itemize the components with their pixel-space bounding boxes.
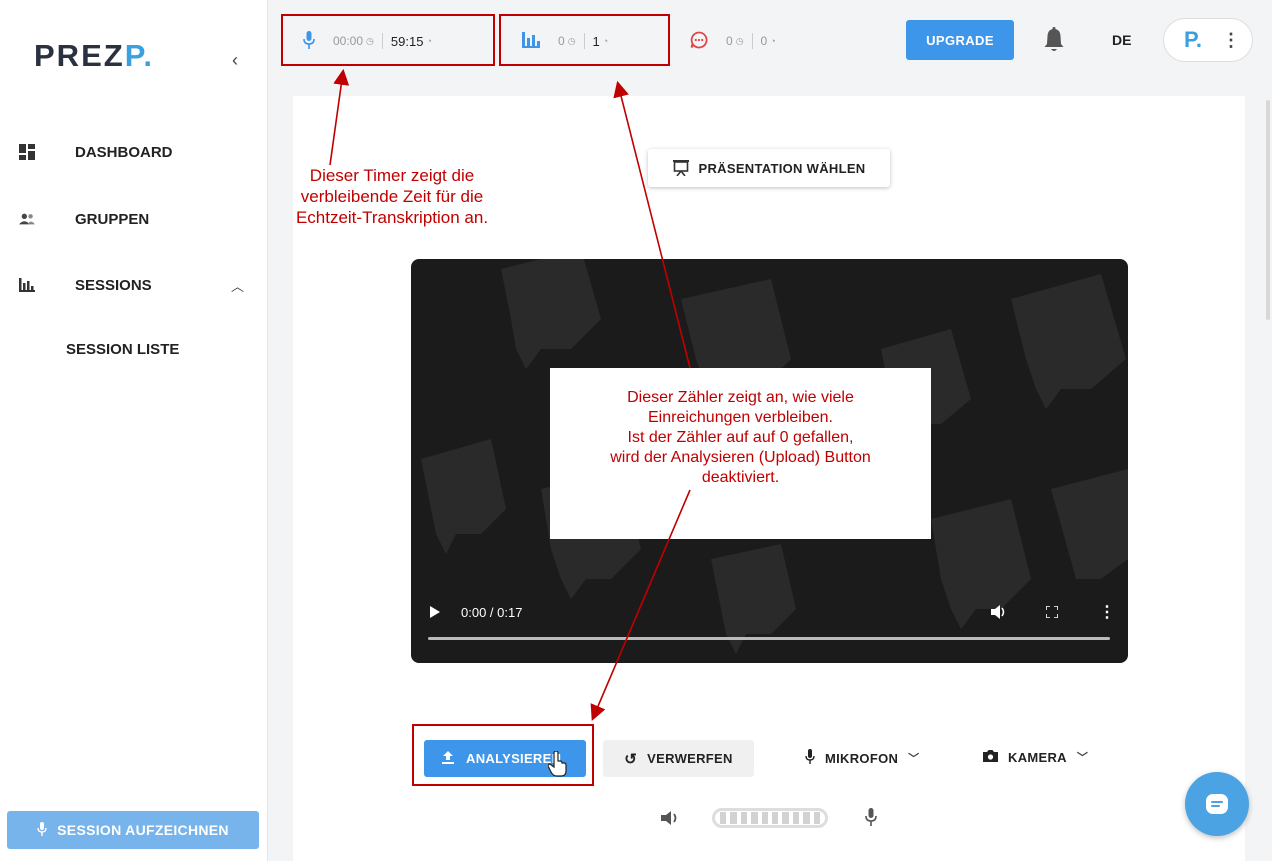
record-session-label: SESSION AUFZEICHNEN: [57, 822, 229, 838]
sidebar-item-sessions[interactable]: SESSIONS ︿: [0, 265, 268, 305]
microphone-dropdown[interactable]: MIKROFON ﹀: [805, 749, 919, 767]
language-selector[interactable]: DE: [1112, 32, 1131, 48]
profile-menu[interactable]: P. ⋮: [1163, 18, 1253, 62]
upgrade-button[interactable]: UPGRADE: [906, 20, 1014, 60]
dashboard-icon: [19, 144, 35, 160]
choose-presentation-button[interactable]: PRÄSENTATION WÄHLEN: [648, 149, 890, 187]
app-logo[interactable]: PREZP.: [34, 38, 154, 74]
camera-dropdown[interactable]: KAMERA ﹀: [983, 749, 1088, 765]
counter-annotation-line: deaktiviert.: [701, 469, 780, 486]
chevron-up-icon: ︿: [231, 278, 245, 294]
microphone-icon: [37, 821, 47, 839]
more-vertical-icon[interactable]: ⋮: [1099, 602, 1115, 622]
chat-button[interactable]: [1185, 772, 1249, 836]
bar-chart-icon: [19, 277, 35, 293]
volume-icon[interactable]: [991, 602, 1007, 622]
choose-presentation-label: PRÄSENTATION WÄHLEN: [698, 160, 866, 176]
microphone-label: MIKROFON: [825, 750, 899, 766]
microphone-icon: [805, 749, 815, 767]
sidebar-item-session-list[interactable]: SESSION LISTE: [66, 341, 179, 358]
chevron-down-icon: ﹀: [1076, 752, 1089, 764]
video-progress-bar[interactable]: [428, 637, 1110, 640]
audio-level-meter: [712, 808, 828, 828]
groups-icon: [19, 211, 35, 227]
presentation-icon: [672, 160, 689, 176]
counter-annotation: Dieser Zähler zeigt an, wie viele Einrei…: [550, 368, 931, 539]
microphone-icon[interactable]: [865, 808, 877, 831]
counter-annotation-line: Dieser Zähler zeigt an, wie viele: [627, 389, 854, 406]
play-icon: [430, 606, 440, 618]
sidebar-item-dashboard[interactable]: DASHBOARD: [0, 132, 268, 172]
more-vertical-icon: ⋮: [1222, 29, 1240, 50]
counter-annotation-line: Ist der Zähler auf auf 0 gefallen,: [627, 429, 854, 446]
chat-icon: [1206, 794, 1228, 814]
sidebar-item-label: DASHBOARD: [75, 143, 173, 161]
speaker-icon[interactable]: [661, 810, 681, 831]
comments-used: 0: [726, 34, 733, 48]
reset-icon: ↺: [624, 750, 638, 768]
collapse-sidebar-icon[interactable]: ‹: [232, 50, 238, 71]
sidebar-item-groups[interactable]: GRUPPEN: [0, 199, 268, 239]
camera-icon: [983, 749, 998, 765]
highlight-frame-submissions: [499, 14, 670, 66]
highlight-frame-timer: [281, 14, 495, 66]
comment-counter: 0 ◷ 0 ◔: [690, 28, 776, 54]
bell-icon[interactable]: [1043, 27, 1065, 58]
highlight-frame-analyze: [412, 724, 594, 786]
divider: [751, 33, 753, 49]
record-session-button[interactable]: SESSION AUFZEICHNEN: [7, 811, 259, 849]
video-time: 0:00 / 0:17: [461, 604, 523, 620]
logo-accent: P.: [124, 38, 154, 73]
play-button[interactable]: [430, 602, 440, 622]
fullscreen-icon[interactable]: [1046, 602, 1058, 622]
sidebar-item-label: SESSIONS: [75, 276, 152, 294]
discard-button[interactable]: ↺ VERWERFEN: [603, 740, 754, 777]
avatar: P.: [1184, 27, 1202, 52]
comments-remaining: 0: [760, 34, 768, 48]
counter-annotation-line: Einreichungen verbleiben.: [647, 409, 833, 426]
sidebar: PREZP. ‹ DASHBOARD GRUPPEN SESSIONS ︿ SE…: [0, 0, 268, 861]
timer-icon: ◔: [770, 36, 776, 46]
comment-icon: [690, 31, 708, 52]
logo-text: PREZ: [34, 38, 125, 73]
timer-annotation: Dieser Timer zeigt die verbleibende Zeit…: [295, 166, 489, 227]
scrollbar[interactable]: [1266, 100, 1270, 320]
counter-annotation-line: wird der Analysieren (Upload) Button: [610, 449, 871, 466]
sidebar-item-label: GRUPPEN: [75, 210, 150, 228]
chevron-down-icon: ﹀: [908, 753, 920, 765]
history-icon: ◷: [735, 35, 744, 46]
camera-label: KAMERA: [1008, 749, 1067, 765]
discard-label: VERWERFEN: [647, 751, 733, 766]
